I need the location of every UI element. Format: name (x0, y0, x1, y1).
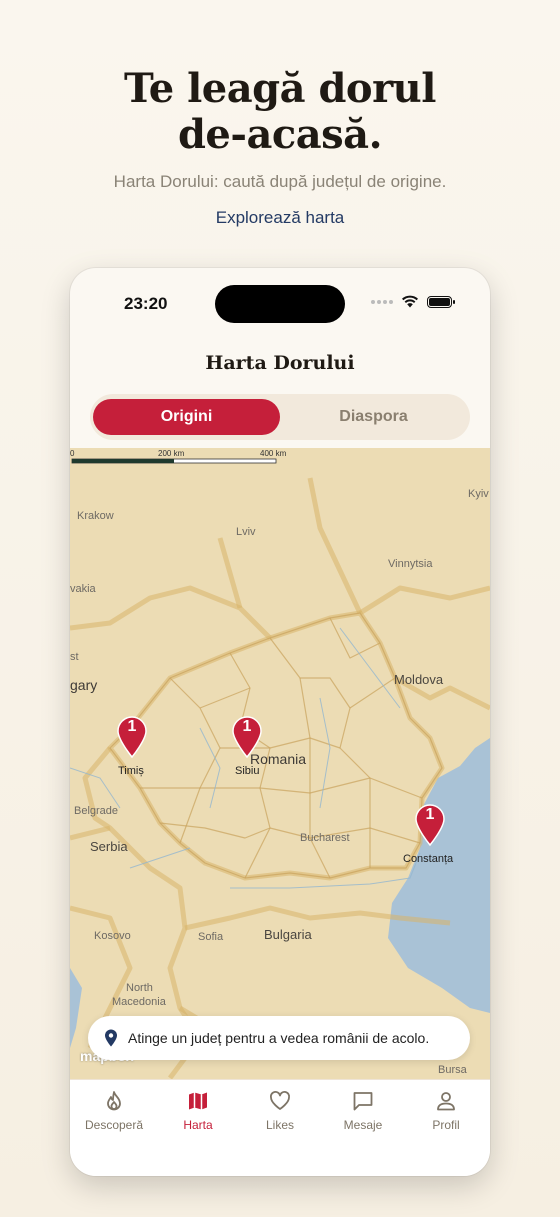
tab-profil[interactable]: Profil (404, 1090, 488, 1132)
map-icon (189, 1092, 207, 1110)
pin-label-constanta: Constanța (403, 853, 454, 865)
tab-origini[interactable]: Origini (93, 399, 280, 435)
map-view[interactable]: 0 200 km 400 km Krakow Lviv Vinnytsia Ky… (70, 448, 490, 1079)
tab-harta[interactable]: Harta (156, 1090, 240, 1132)
app-title: Harta Dorului (205, 352, 355, 374)
tab-descopera[interactable]: Descoperă (72, 1090, 156, 1132)
label-moldova: Moldova (394, 672, 444, 687)
label-krakow: Krakow (77, 510, 114, 522)
phone-mockup: 23:20 Harta Dorului Origini Diaspora 0 2… (70, 268, 490, 1176)
tab-mesaje[interactable]: Mesaje (321, 1090, 405, 1132)
segmented-control: Origini Diaspora (90, 394, 470, 440)
label-sofia: Sofia (198, 931, 224, 943)
label-kyiv: Kyiv (468, 488, 489, 500)
tab-label-descopera: Descoperă (84, 1118, 144, 1132)
label-kosovo: Kosovo (94, 930, 131, 942)
status-time: 23:20 (124, 294, 168, 313)
wifi-icon (402, 295, 418, 308)
pin-count: 1 (127, 718, 137, 735)
label-serbia: Serbia (90, 839, 128, 854)
message-icon (353, 1092, 373, 1111)
label-vinnytsia: Vinnytsia (388, 558, 433, 570)
tab-likes[interactable]: Likes (238, 1090, 322, 1132)
hero-title: Te leagă dorul de-acasă. (0, 66, 560, 158)
battery-icon (427, 295, 455, 308)
bottom-tab-bar: Descoperă Harta Likes Mesaje Profil (70, 1079, 490, 1176)
dynamic-island (215, 285, 345, 323)
signal-icon (371, 299, 393, 304)
tab-label-likes: Likes (265, 1118, 294, 1132)
label-bucharest: Bucharest (300, 832, 350, 844)
flame-icon (107, 1091, 121, 1111)
tab-diaspora[interactable]: Diaspora (280, 399, 467, 435)
label-hungary: gary (70, 677, 98, 693)
scale-label-mid: 200 km (158, 449, 185, 458)
pin-timis[interactable]: 1 (115, 714, 149, 758)
heart-icon (270, 1091, 290, 1110)
tab-label-profil: Profil (432, 1118, 460, 1132)
scale-label-zero: 0 (70, 449, 75, 458)
pin-sibiu[interactable]: 1 (230, 714, 264, 758)
scale-label-max: 400 km (260, 449, 287, 458)
pin-count: 1 (242, 718, 252, 735)
pin-label-timis: Timiș (118, 765, 144, 777)
label-belgrade: Belgrade (74, 805, 119, 817)
hero-title-line2: de-acasă. (177, 111, 383, 158)
label-bulgaria: Bulgaria (264, 927, 312, 942)
user-icon (437, 1092, 455, 1111)
label-bursa: Bursa (438, 1064, 467, 1076)
pin-constanta[interactable]: 1 (413, 802, 447, 846)
tab-label-mesaje: Mesaje (343, 1118, 383, 1132)
label-macedonia: Macedonia (112, 996, 166, 1008)
hero-title-line1: Te leagă dorul (124, 65, 436, 112)
map-hint-banner: Atinge un județ pentru a vedea românii d… (88, 1016, 470, 1060)
label-slovakia: vakia (70, 583, 96, 595)
hero-subtitle: Harta Dorului: caută după județul de ori… (113, 172, 447, 191)
location-pin-icon (105, 1029, 117, 1047)
label-lviv: Lviv (236, 526, 256, 538)
label-est: st (70, 651, 79, 663)
map-hint-text: Atinge un județ pentru a vedea românii d… (128, 1030, 430, 1046)
pin-label-sibiu: Sibiu (235, 765, 260, 777)
tab-label-harta: Harta (183, 1118, 213, 1132)
status-icons (371, 295, 455, 308)
pin-count: 1 (425, 806, 435, 823)
explore-map-link[interactable]: Explorează harta (0, 208, 560, 228)
label-north: North (126, 982, 153, 994)
